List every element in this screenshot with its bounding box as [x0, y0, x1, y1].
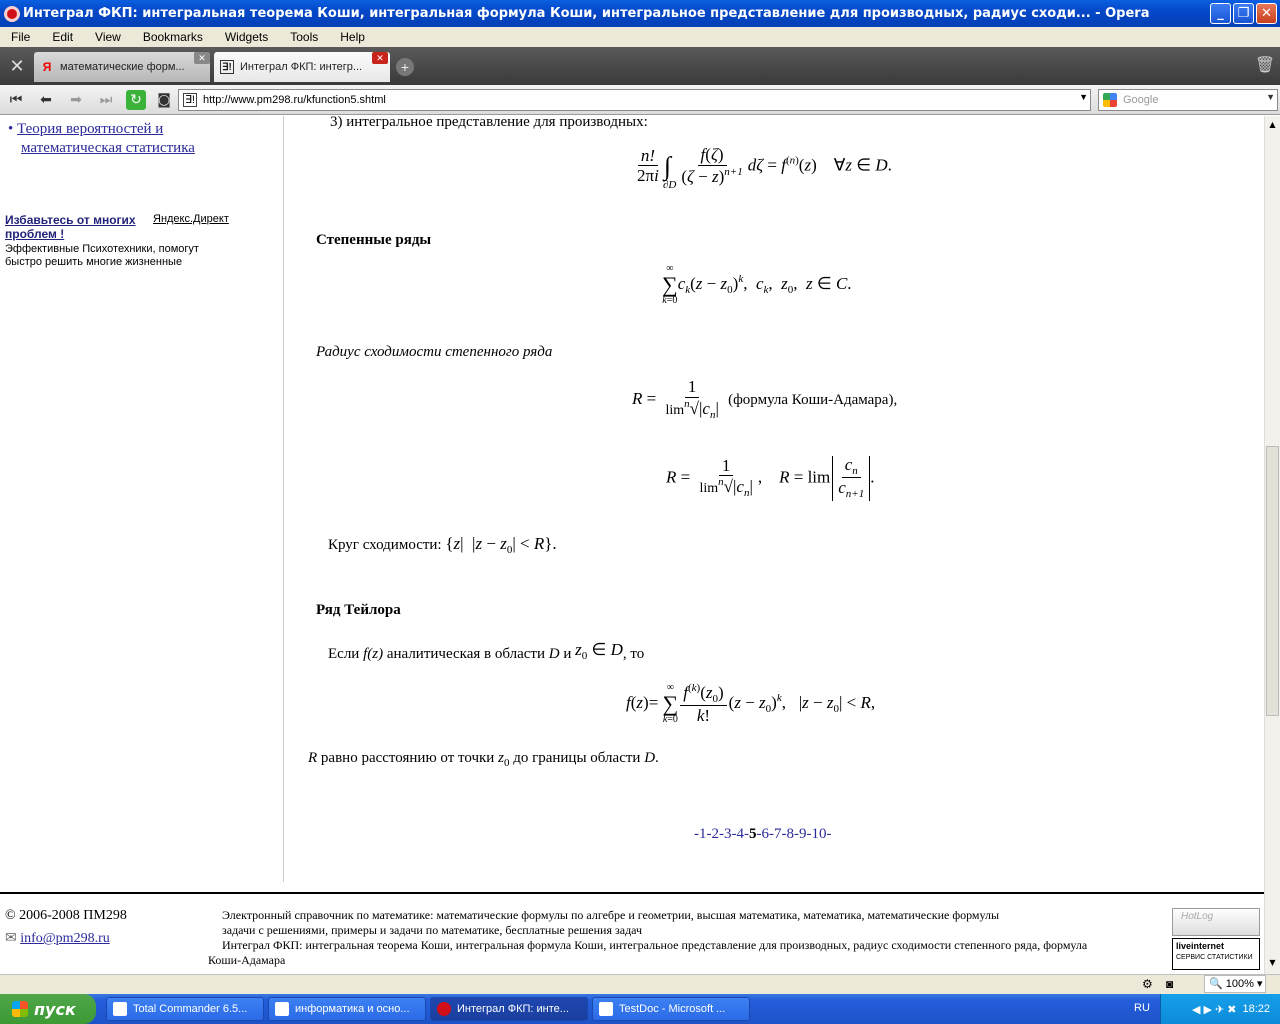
camera-icon[interactable]: ◙: [154, 90, 174, 110]
app-icon: [113, 1002, 127, 1016]
google-icon: [1103, 93, 1117, 107]
task-word-informatika[interactable]: информатика и осно...: [268, 997, 426, 1021]
camera-icon[interactable]: ◙: [1166, 977, 1173, 991]
taylor-heading: Ряд Тейлора: [316, 602, 401, 618]
menu-tools[interactable]: Tools: [279, 30, 329, 44]
formula-cauchy-hadamard: R = 1 limn√|cn| (формула Коши-Адамара),: [632, 377, 898, 421]
site-favicon-icon: ∃!: [220, 60, 234, 74]
window-title: Интеграл ФКП: интегральная теорема Коши,…: [23, 6, 1150, 21]
address-toolbar: ⏮ ⬅ ➡ ⏭ ↻ ◙ ∃! http://www.pm298.ru/kfunc…: [0, 85, 1280, 115]
cauchy-hadamard-label: (формула Коши-Адамара),: [728, 391, 898, 408]
radius-distance-text: R равно расстоянию от точки z0 до границ…: [308, 750, 659, 769]
zoom-control[interactable]: 🔍 100% ▾: [1204, 975, 1266, 993]
window-titlebar: Интеграл ФКП: интегральная теорема Коши,…: [0, 0, 1280, 27]
language-indicator[interactable]: RU: [1134, 1002, 1150, 1014]
envelope-icon: ✉: [5, 931, 17, 946]
scroll-thumb[interactable]: [1266, 446, 1279, 716]
minimize-button[interactable]: _: [1210, 3, 1231, 24]
tools-icon[interactable]: ✕: [6, 55, 28, 77]
vertical-scrollbar[interactable]: ▲ ▼: [1264, 116, 1280, 974]
menu-bar: File Edit View Bookmarks Widgets Tools H…: [0, 27, 1280, 47]
circle-convergence: Круг сходимости: {z| |z − z0| < R}.: [328, 534, 557, 556]
tab-label: математические форм...: [60, 61, 185, 73]
tab-integral-fkp[interactable]: ∃! Интеграл ФКП: интегр... ✕: [214, 52, 390, 82]
yandex-icon: Я: [42, 60, 52, 74]
task-opera[interactable]: Интеграл ФКП: инте...: [430, 997, 588, 1021]
hotlog-badge[interactable]: HotLog: [1172, 908, 1260, 936]
yandex-direct-link[interactable]: Яндекс.Директ: [153, 213, 229, 225]
copyright: © 2006-2008 ПМ298: [5, 908, 127, 923]
power-series-heading: Степенные ряды: [316, 232, 432, 248]
item-3-text: 3) интегральное представление для произв…: [330, 116, 648, 130]
ad-text: Эффективные Психотехники, помогут быстро…: [5, 243, 199, 268]
menu-widgets[interactable]: Widgets: [214, 30, 279, 44]
address-input[interactable]: ∃! http://www.pm298.ru/kfunction5.shtml …: [178, 89, 1091, 111]
word-icon: [275, 1002, 289, 1016]
windows-flag-icon: [12, 1001, 28, 1017]
menu-file[interactable]: File: [0, 30, 41, 44]
chevron-down-icon[interactable]: ▼: [1079, 92, 1088, 102]
task-testdoc[interactable]: TestDoc - Microsoft ...: [592, 997, 750, 1021]
chevron-down-icon[interactable]: ▼: [1266, 92, 1275, 102]
radius-heading: Радиус сходимости степенного ряда: [316, 344, 553, 360]
opera-icon: [4, 5, 20, 22]
menu-view[interactable]: View: [84, 30, 132, 44]
formula-radius-alt: R = 1 limn√|cn|, R = lim cn cn+1.: [666, 455, 875, 502]
system-tray: ◀ ▶ ✈ ✖ 18:22: [1160, 994, 1280, 1024]
formula-derivative: n! 2πi ∫∂D f(ζ) (ζ − z)n+1 dζ = f(n)(z) ∀z ∈ …: [637, 145, 892, 192]
new-tab-icon[interactable]: +: [396, 58, 414, 76]
reload-icon[interactable]: ↻: [126, 90, 146, 110]
status-bar: ⚙ ◙ 🔍 100% ▾: [0, 974, 1280, 994]
left-sidebar: • Теория вероятностей и математическая с…: [0, 116, 284, 882]
site-favicon-icon: ∃!: [183, 93, 197, 107]
link-text[interactable]: Теория вероятностей и: [17, 121, 163, 137]
menu-bookmarks[interactable]: Bookmarks: [132, 30, 214, 44]
scroll-down-icon[interactable]: ▼: [1266, 956, 1279, 970]
fast-forward-icon[interactable]: ⏭: [96, 90, 116, 110]
start-button[interactable]: пуск: [0, 994, 96, 1024]
formula-taylor: f(z)= ∞ ∑ k=0 f(k)(z0) k! (z − z0)k, |z − z0|…: [626, 682, 876, 726]
taylor-condition: Если f(z) аналитическая в области D и z0…: [328, 640, 645, 662]
task-total-commander[interactable]: Total Commander 6.5...: [106, 997, 264, 1021]
sidebar-link-probability[interactable]: • Теория вероятностей и математическая с…: [8, 120, 195, 158]
page-footer: © 2006-2008 ПМ298 ✉ info@pm298.ru Электр…: [0, 892, 1264, 974]
search-placeholder: Google: [1123, 94, 1159, 106]
menu-edit[interactable]: Edit: [41, 30, 84, 44]
rewind-icon[interactable]: ⏮: [6, 90, 26, 110]
back-icon[interactable]: ⬅: [36, 90, 56, 110]
menu-help[interactable]: Help: [329, 30, 376, 44]
opera-icon: [437, 1002, 451, 1016]
tab-math-formulas[interactable]: Я математические форм... ✕: [34, 52, 210, 82]
email-link[interactable]: info@pm298.ru: [20, 931, 110, 946]
link-text[interactable]: математическая статистика: [21, 140, 195, 156]
close-button[interactable]: ✕: [1256, 3, 1277, 24]
tab-label: Интеграл ФКП: интегр...: [240, 61, 363, 73]
trash-icon[interactable]: 🗑: [1254, 55, 1276, 77]
tray-icons[interactable]: ◀ ▶ ✈ ✖: [1192, 1003, 1237, 1016]
scroll-up-icon[interactable]: ▲: [1266, 118, 1279, 132]
maximize-button[interactable]: ❐: [1233, 3, 1254, 24]
formula-power-series: ∞ ∑ k=0 ck(z − z0)k, ck, z0, z ∈ C.: [662, 263, 852, 306]
address-url: http://www.pm298.ru/kfunction5.shtml: [203, 94, 386, 106]
email-row: ✉ info@pm298.ru: [5, 930, 110, 947]
forward-icon[interactable]: ➡: [66, 90, 86, 110]
ad-title[interactable]: Избавьтесь от многих проблем !: [5, 213, 136, 241]
search-input[interactable]: Google ▼: [1098, 89, 1278, 111]
liveinternet-badge[interactable]: liveinternet СЕРВИС СТАТИСТИКИ: [1172, 938, 1260, 970]
word-icon: [599, 1002, 613, 1016]
tab-bar: ✕ Я математические форм... ✕ ∃! Интеграл…: [0, 47, 1280, 85]
tab-close-icon[interactable]: ✕: [194, 52, 210, 64]
footer-description: Электронный справочник по математике: ма…: [208, 908, 1088, 967]
widget-icon[interactable]: ⚙: [1142, 977, 1153, 991]
pager[interactable]: -1-2-3-4-5-6-7-8-9-10-: [694, 826, 831, 843]
taskbar: пуск Total Commander 6.5... информатика …: [0, 994, 1280, 1024]
page-content: • Теория вероятностей и математическая с…: [0, 116, 1264, 974]
clock: 18:22: [1242, 1003, 1270, 1015]
tab-close-icon[interactable]: ✕: [372, 52, 388, 64]
